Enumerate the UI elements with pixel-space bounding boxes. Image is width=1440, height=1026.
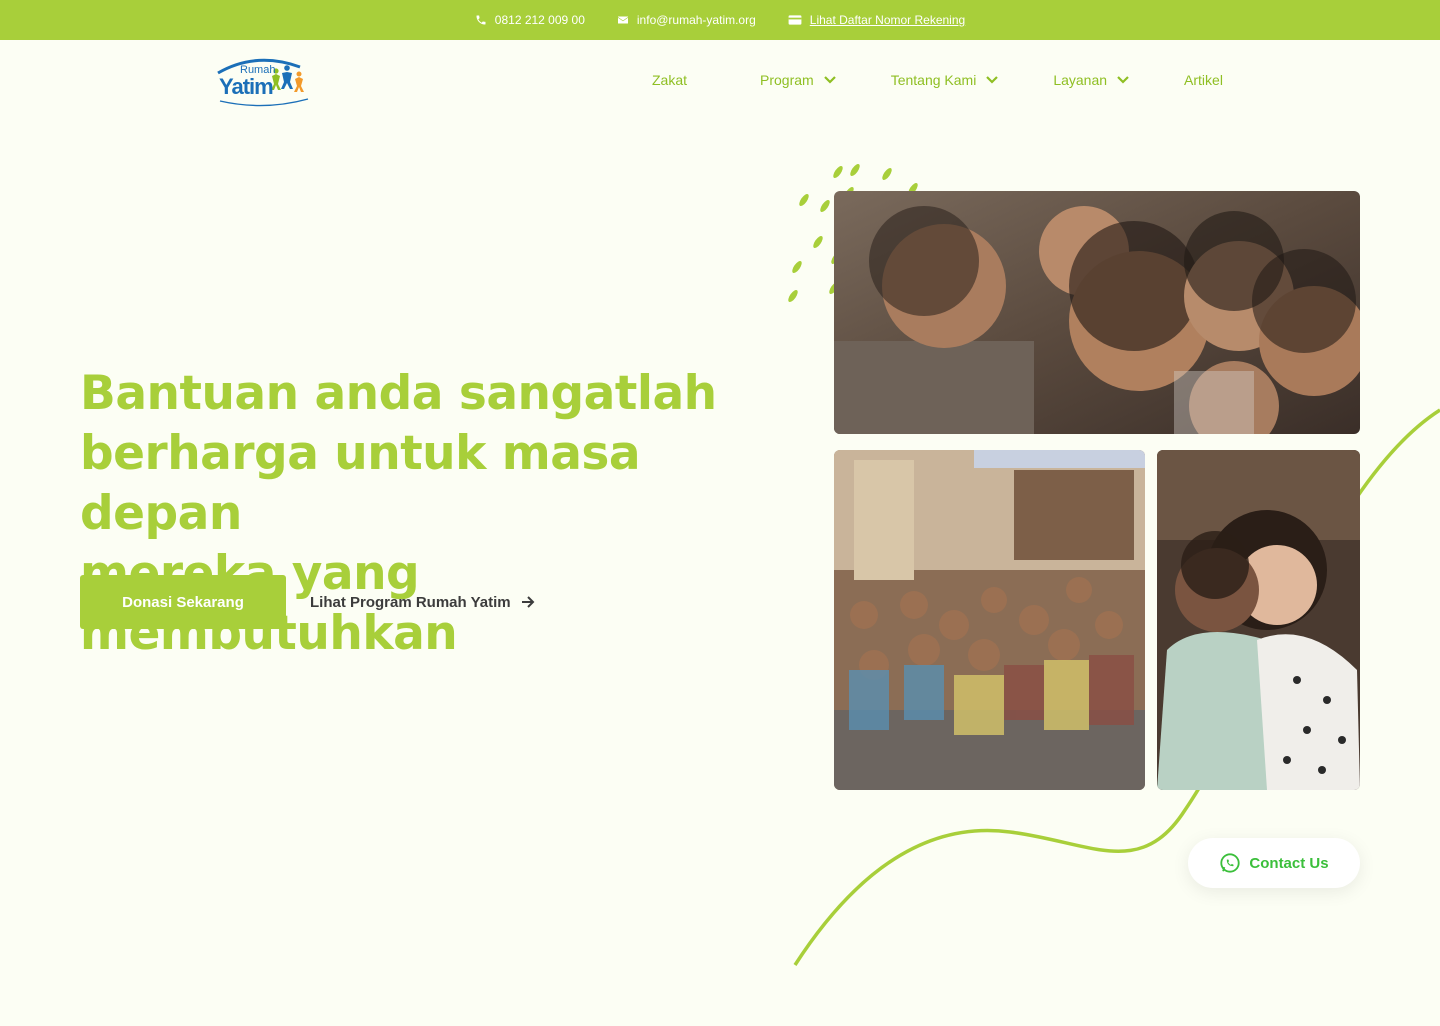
nav-item-tentang-kami[interactable]: Tentang Kami [891,72,999,88]
nav-item-label: Program [760,72,814,88]
phone-text: 0812 212 009 00 [494,13,585,27]
hero-title-line-2: berharga untuk masa depan [80,426,641,541]
nav-item-label: Zakat [652,72,688,88]
hero-title-line-1: Bantuan anda sangatlah [80,366,717,421]
children-group-photo [834,191,1360,434]
nav-item-label: Layanan [1053,72,1108,88]
main-nav: Zakat Program Tentang Kami Layanan Artik… [652,68,1223,92]
children-sitting-photo [834,450,1145,790]
nav-item-layanan[interactable]: Layanan [1053,72,1129,88]
arrow-right-icon [521,596,535,608]
nav-item-label: Tentang Kami [890,72,977,88]
account-link-text[interactable]: Lihat Daftar Nomor Rekening [810,13,965,27]
phone-icon [476,15,486,25]
email-text: info@rumah-yatim.org [636,13,756,27]
nav-item-zakat[interactable]: Zakat [652,72,687,88]
credit-card-icon [788,15,802,25]
two-children-photo [1157,450,1360,790]
chevron-down-icon [986,76,999,84]
contact-us-button[interactable]: Contact Us [1188,838,1360,888]
nav-item-label: Artikel [1184,72,1223,88]
donate-now-button[interactable]: Donasi Sekarang [80,575,286,629]
topbar-phone[interactable]: 0812 212 009 00 [475,13,585,27]
view-program-link[interactable]: Lihat Program Rumah Yatim [310,590,535,614]
logo[interactable]: Rumah Yatim [216,55,312,107]
top-bar: 0812 212 009 00 info@rumah-yatim.org Lih… [0,0,1440,40]
whatsapp-icon [1220,853,1241,873]
envelope-icon [617,16,628,24]
chevron-down-icon [1117,76,1129,84]
nav-item-program[interactable]: Program [760,72,836,88]
contact-us-label: Contact Us [1249,854,1329,872]
topbar-email[interactable]: info@rumah-yatim.org [617,13,756,27]
nav-item-artikel[interactable]: Artikel [1184,72,1223,88]
chevron-down-icon [823,76,836,84]
topbar-account-link[interactable]: Lihat Daftar Nomor Rekening [788,13,965,27]
view-program-link-label: Lihat Program Rumah Yatim [310,593,511,611]
logo-text-yatim: Yatim [219,74,274,99]
